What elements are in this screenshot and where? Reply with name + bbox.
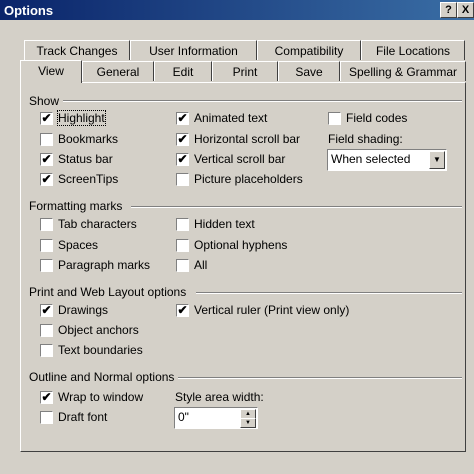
tab-label: Compatibility	[274, 44, 344, 58]
close-icon: X	[461, 4, 470, 16]
tab-label: User Information	[149, 44, 238, 58]
tab-label: General	[96, 65, 140, 79]
group-divider	[196, 292, 462, 294]
arrow-up-icon: ▲	[245, 411, 251, 417]
tab-view[interactable]: View	[20, 60, 82, 83]
field-shading-label: Field shading:	[328, 132, 403, 146]
tab-label: Track Changes	[36, 44, 118, 58]
screentips-checkbox[interactable]: ✔	[40, 173, 53, 186]
animated-text-checkbox[interactable]: ✔	[176, 112, 189, 125]
bookmarks-label[interactable]: Bookmarks	[58, 132, 118, 146]
spaces-label[interactable]: Spaces	[58, 238, 98, 252]
close-button[interactable]: X	[457, 2, 474, 18]
spin-down-button[interactable]: ▼	[240, 418, 256, 428]
tab-characters-checkbox[interactable]	[40, 218, 53, 231]
tab-file-locations[interactable]: File Locations	[361, 40, 465, 60]
picture-placeholders-label[interactable]: Picture placeholders	[194, 172, 303, 186]
highlight-label[interactable]: Highlight	[57, 110, 106, 126]
object-anchors-label[interactable]: Object anchors	[58, 323, 139, 337]
tab-print[interactable]: Print	[212, 61, 278, 81]
text-boundaries-label[interactable]: Text boundaries	[58, 343, 143, 357]
tab-label: File Locations	[375, 44, 451, 58]
screentips-label[interactable]: ScreenTips	[58, 172, 118, 186]
question-icon: ?	[445, 4, 452, 16]
group-divider	[131, 206, 462, 208]
vertical-scroll-bar-label[interactable]: Vertical scroll bar	[194, 152, 285, 166]
checkmark-icon: ✔	[41, 111, 52, 125]
vertical-ruler-checkbox[interactable]: ✔	[176, 304, 189, 317]
title-bar[interactable]	[0, 0, 474, 20]
picture-placeholders-checkbox[interactable]	[176, 173, 189, 186]
group-label-show: Show	[29, 94, 64, 108]
checkmark-icon: ✔	[177, 111, 188, 125]
tab-save[interactable]: Save	[278, 61, 340, 81]
horizontal-scroll-bar-checkbox[interactable]: ✔	[176, 133, 189, 146]
field-shading-value: When selected	[331, 152, 411, 166]
tab-label: Edit	[172, 65, 194, 79]
hidden-text-checkbox[interactable]	[176, 218, 189, 231]
status-bar-label[interactable]: Status bar	[58, 152, 113, 166]
window-title: Options	[4, 3, 54, 18]
tab-track-changes[interactable]: Track Changes	[24, 40, 130, 60]
optional-hyphens-label[interactable]: Optional hyphens	[194, 238, 287, 252]
paragraph-marks-label[interactable]: Paragraph marks	[58, 258, 150, 272]
checkmark-icon: ✔	[41, 172, 52, 186]
tab-user-information[interactable]: User Information	[130, 40, 257, 60]
vertical-ruler-label[interactable]: Vertical ruler (Print view only)	[194, 303, 349, 317]
spaces-checkbox[interactable]	[40, 239, 53, 252]
drawings-checkbox[interactable]: ✔	[40, 304, 53, 317]
checkmark-icon: ✔	[41, 152, 52, 166]
group-label-outline-normal: Outline and Normal options	[29, 370, 179, 384]
tab-label: Print	[232, 65, 258, 79]
all-label[interactable]: All	[194, 258, 207, 272]
field-shading-select[interactable]: When selected ▼	[327, 149, 447, 171]
field-shading-dropdown-button[interactable]: ▼	[429, 151, 445, 169]
animated-text-label[interactable]: Animated text	[194, 111, 267, 125]
draft-font-label[interactable]: Draft font	[58, 410, 107, 424]
tab-edit[interactable]: Edit	[154, 61, 212, 81]
all-checkbox[interactable]	[176, 259, 189, 272]
style-area-width-value: 0"	[178, 410, 189, 424]
checkmark-icon: ✔	[177, 132, 188, 146]
group-divider	[62, 100, 462, 102]
bookmarks-checkbox[interactable]	[40, 133, 53, 146]
tab-label: Save	[295, 65, 323, 79]
object-anchors-checkbox[interactable]	[40, 324, 53, 337]
tab-general[interactable]: General	[82, 61, 154, 81]
tab-spelling-grammar[interactable]: Spelling & Grammar	[340, 61, 466, 81]
chevron-down-icon: ▼	[433, 155, 441, 164]
group-divider	[178, 377, 462, 379]
status-bar-checkbox[interactable]: ✔	[40, 153, 53, 166]
tab-label: View	[38, 64, 64, 78]
checkmark-icon: ✔	[177, 303, 188, 317]
wrap-to-window-label[interactable]: Wrap to window	[58, 390, 143, 404]
checkmark-icon: ✔	[41, 390, 52, 404]
tab-compatibility[interactable]: Compatibility	[257, 40, 361, 60]
checkmark-icon: ✔	[41, 303, 52, 317]
style-area-width-spinner[interactable]: 0" ▲ ▼	[174, 407, 258, 429]
draft-font-checkbox[interactable]	[40, 411, 53, 424]
wrap-to-window-checkbox[interactable]: ✔	[40, 391, 53, 404]
tab-characters-label[interactable]: Tab characters	[58, 217, 137, 231]
checkmark-icon: ✔	[177, 152, 188, 166]
drawings-label[interactable]: Drawings	[58, 303, 108, 317]
tab-label: Spelling & Grammar	[348, 65, 458, 79]
help-button[interactable]: ?	[440, 2, 457, 18]
optional-hyphens-checkbox[interactable]	[176, 239, 189, 252]
group-label-print-web: Print and Web Layout options	[29, 285, 191, 299]
horizontal-scroll-bar-label[interactable]: Horizontal scroll bar	[194, 132, 300, 146]
style-area-width-label: Style area width:	[175, 390, 264, 404]
field-codes-label[interactable]: Field codes	[346, 111, 407, 125]
paragraph-marks-checkbox[interactable]	[40, 259, 53, 272]
field-codes-checkbox[interactable]	[328, 112, 341, 125]
arrow-down-icon: ▼	[245, 420, 251, 426]
group-label-formatting-marks: Formatting marks	[29, 199, 127, 213]
highlight-checkbox[interactable]: ✔	[40, 112, 53, 125]
hidden-text-label[interactable]: Hidden text	[194, 217, 255, 231]
vertical-scroll-bar-checkbox[interactable]: ✔	[176, 153, 189, 166]
text-boundaries-checkbox[interactable]	[40, 344, 53, 357]
